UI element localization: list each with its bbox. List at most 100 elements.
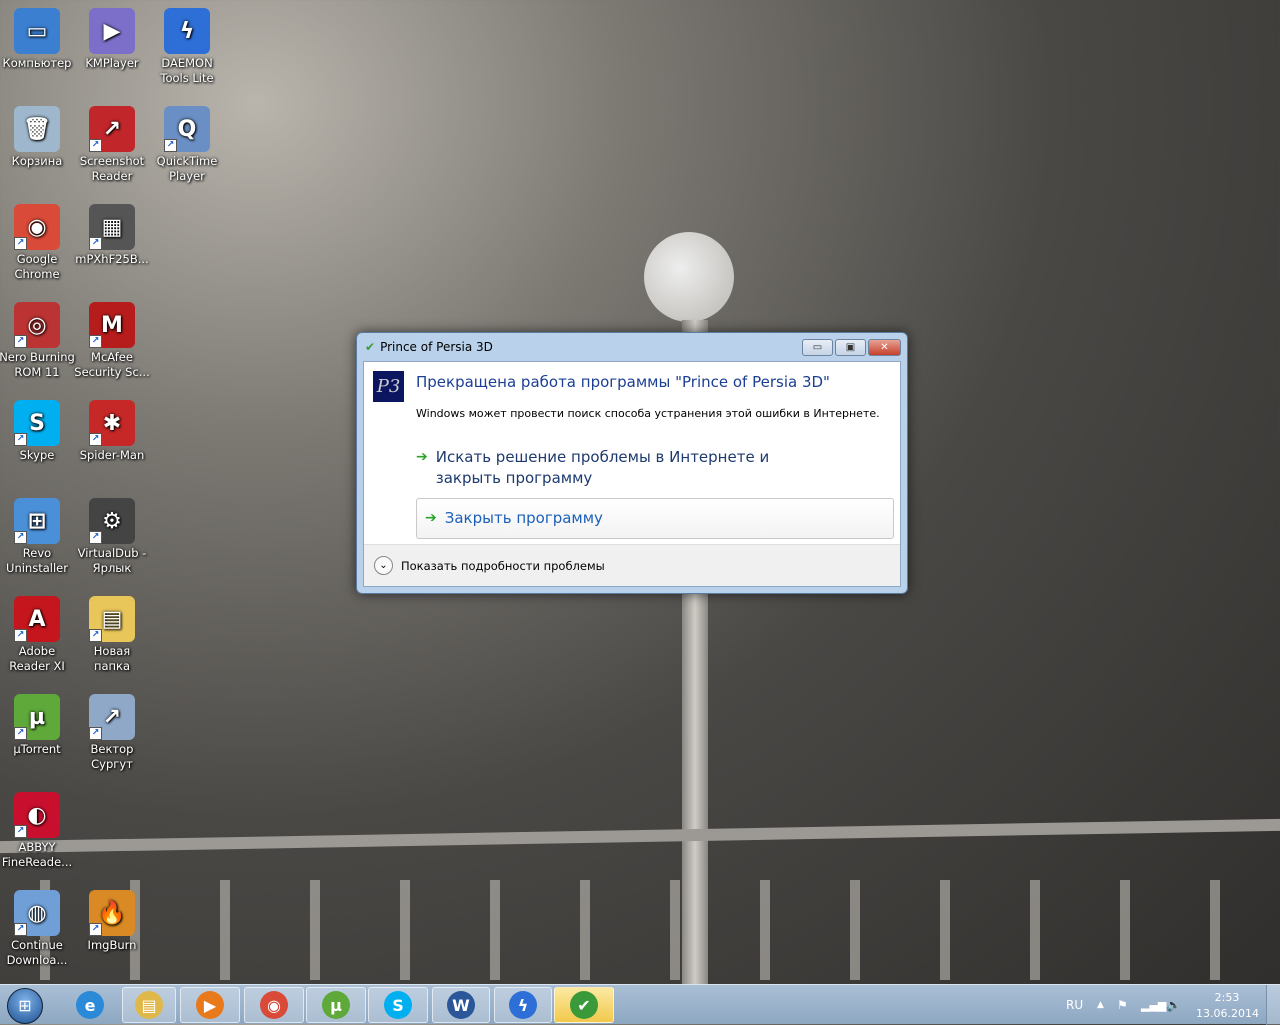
desktop-icon[interactable]: ⚙ ↗ VirtualDub - Ярлык xyxy=(74,498,150,576)
shortcut-arrow-icon: ↗ xyxy=(14,923,27,936)
taskbar-button-windows-explorer[interactable]: ▤ xyxy=(122,987,176,1023)
shortcut-arrow-icon: ↗ xyxy=(14,531,27,544)
date: 13.06.2014 xyxy=(1196,1007,1259,1020)
show-desktop-button[interactable] xyxy=(1266,985,1280,1025)
daemon-tools-icon: ϟ xyxy=(509,991,537,1019)
kmplayer-icon: ▶ xyxy=(89,8,135,54)
dialog-title: Prince of Persia 3D xyxy=(380,340,493,354)
app-icon: ✔ xyxy=(365,340,376,354)
abbyy-finereade-icon: ◐ ↗ xyxy=(14,792,60,838)
google-chrome-icon: ◉ ↗ xyxy=(14,204,60,250)
desktop-icon-label: Nero Burning ROM 11 xyxy=(0,350,75,379)
green-arrow-icon: ➔ xyxy=(425,510,437,526)
desktop-icon[interactable]: µ ↗ µTorrent xyxy=(0,694,75,757)
desktop-icon[interactable]: ◎ ↗ Nero Burning ROM 11 xyxy=(0,302,75,380)
shortcut-arrow-icon: ↗ xyxy=(89,237,102,250)
details-label: Показать подробности проблемы xyxy=(401,558,605,573)
taskbar-button-problem-reporting[interactable]: ✔ xyxy=(554,987,614,1023)
desktop-icon[interactable]: ϟ DAEMON Tools Lite xyxy=(149,8,225,86)
desktop-icon[interactable]: ◐ ↗ ABBYY FineReade... xyxy=(0,792,75,870)
search-solution-option[interactable]: ➔ Искать решение проблемы в Интернете и … xyxy=(416,447,836,489)
desktop-icon-label: DAEMON Tools Lite xyxy=(160,56,214,85)
volume-icon[interactable]: 🔈 xyxy=(1166,985,1181,1025)
desktop-icon[interactable]: ◉ ↗ Google Chrome xyxy=(0,204,75,282)
action-center-flag-icon[interactable]: ⚑ xyxy=(1117,985,1128,1025)
taskbar-button-utorrent[interactable]: µ xyxy=(306,987,366,1023)
daemon-tools-lite-icon: ϟ xyxy=(164,8,210,54)
screenshot-reader-icon: ↗ ↗ xyxy=(89,106,135,152)
time: 2:53 xyxy=(1214,991,1240,1004)
close-program-option[interactable]: ➔ Закрыть программу xyxy=(416,498,894,539)
taskbar-button-chrome[interactable]: ◉ xyxy=(244,987,304,1023)
close-program-label: Закрыть программу xyxy=(444,509,603,527)
desktop-icon[interactable]: ▤ ↗ Новая папка xyxy=(74,596,150,674)
torrent-icon: µ ↗ xyxy=(14,694,60,740)
network-icon[interactable]: ▂▄▆ xyxy=(1141,985,1166,1025)
shortcut-arrow-icon: ↗ xyxy=(14,433,27,446)
shortcut-arrow-icon: ↗ xyxy=(89,629,102,642)
desktop-icon-label: Continue Downloa... xyxy=(6,938,68,967)
desktop-icon-label: Корзина xyxy=(11,154,63,168)
desktop-icon-label: VirtualDub - Ярлык xyxy=(77,546,147,575)
dialog-heading: Прекращена работа программы "Prince of P… xyxy=(416,373,830,391)
taskbar-button-media-player[interactable]: ▶ xyxy=(180,987,240,1023)
problem-reporting-icon: ✔ xyxy=(570,991,598,1019)
desktop-icon[interactable]: ◍ ↗ Continue Downloa... xyxy=(0,890,75,968)
start-button[interactable]: ⊞ xyxy=(7,988,43,1024)
language-indicator[interactable]: RU xyxy=(1066,985,1083,1025)
skype-icon: S xyxy=(384,991,412,1019)
maximize-button[interactable]: ▣ xyxy=(835,339,866,356)
desktop-icon[interactable]: A ↗ Adobe Reader XI xyxy=(0,596,75,674)
desktop-icon-label: Google Chrome xyxy=(14,252,60,281)
taskbar-button-word[interactable]: W xyxy=(432,987,490,1023)
minimize-button[interactable]: ▭ xyxy=(802,339,833,356)
desktop-icon[interactable]: ↗ ↗ Screenshot Reader xyxy=(74,106,150,184)
desktop-icon-label: QuickTime Player xyxy=(156,154,218,183)
shortcut-arrow-icon: ↗ xyxy=(164,139,177,152)
wallpaper-railing xyxy=(0,818,1280,854)
shortcut-arrow-icon: ↗ xyxy=(89,335,102,348)
desktop-icon[interactable]: ▦ ↗ mPXhF25B... xyxy=(74,204,150,267)
desktop-icon[interactable]: M ↗ McAfee Security Sc... xyxy=(74,302,150,380)
program-icon: P3 xyxy=(373,371,404,402)
taskbar-button-internet-explorer[interactable]: e xyxy=(62,987,118,1023)
shortcut-arrow-icon: ↗ xyxy=(14,825,27,838)
shortcut-arrow-icon: ↗ xyxy=(89,923,102,936)
chrome-icon: ◉ xyxy=(260,991,288,1019)
shortcut-arrow-icon: ↗ xyxy=(14,727,27,740)
shortcut-arrow-icon: ↗ xyxy=(89,727,102,740)
nero-burning-rom-11-icon: ◎ ↗ xyxy=(14,302,60,348)
desktop-icon-label: ImgBurn xyxy=(87,938,137,952)
taskbar: ⊞ e ▤ ▶ ◉ µ S Wϟ ✔ RU ▲ ⚑ ▂▄▆ 🔈 2:53 13.06.2014 xyxy=(0,984,1280,1025)
clock[interactable]: 2:53 13.06.2014 xyxy=(1196,990,1259,1022)
desktop-icon[interactable]: ✱ ↗ Spider-Man xyxy=(74,400,150,463)
shortcut-icon: ▤ ↗ xyxy=(89,596,135,642)
desktop-icon-label: Вектор Сургут xyxy=(90,742,134,771)
revo-uninstaller-icon: ⊞ ↗ xyxy=(14,498,60,544)
desktop-icon[interactable]: S ↗ Skype xyxy=(0,400,75,463)
show-hidden-icons[interactable]: ▲ xyxy=(1097,985,1104,1025)
imgburn-icon: 🔥 ↗ xyxy=(89,890,135,936)
desktop-icon-label: KMPlayer xyxy=(85,56,139,70)
continue-downloa-icon: ◍ ↗ xyxy=(14,890,60,936)
desktop-icon[interactable]: ▭ Компьютер xyxy=(0,8,75,71)
windows-logo-icon: ⊞ xyxy=(18,996,32,1015)
taskbar-button-skype[interactable]: S xyxy=(368,987,428,1023)
shortcut-icon: ▭ xyxy=(14,8,60,54)
desktop-icon[interactable]: ▶ KMPlayer xyxy=(74,8,150,71)
close-button[interactable]: ✕ xyxy=(868,339,901,356)
desktop-icon-label: Adobe Reader XI xyxy=(9,644,65,673)
desktop-icon-label: Компьютер xyxy=(2,56,72,70)
windows-explorer-icon: ▤ xyxy=(135,991,163,1019)
desktop-icon-label: Skype xyxy=(19,448,55,462)
desktop-icon-label: Screenshot Reader xyxy=(79,154,145,183)
desktop-icon[interactable]: Q ↗ QuickTime Player xyxy=(149,106,225,184)
details-toggle[interactable]: ⌄ Показать подробности проблемы xyxy=(364,544,900,586)
desktop-icon[interactable]: ↗ ↗ Вектор Сургут xyxy=(74,694,150,772)
taskbar-button-daemon-tools[interactable]: ϟ xyxy=(494,987,552,1023)
desktop-icon[interactable]: 🗑 Корзина xyxy=(0,106,75,169)
desktop-icon[interactable]: ⊞ ↗ Revo Uninstaller xyxy=(0,498,75,576)
wallpaper-railing-bars xyxy=(0,880,1280,980)
desktop-icon-label: µTorrent xyxy=(13,742,61,756)
desktop-icon[interactable]: 🔥 ↗ ImgBurn xyxy=(74,890,150,953)
